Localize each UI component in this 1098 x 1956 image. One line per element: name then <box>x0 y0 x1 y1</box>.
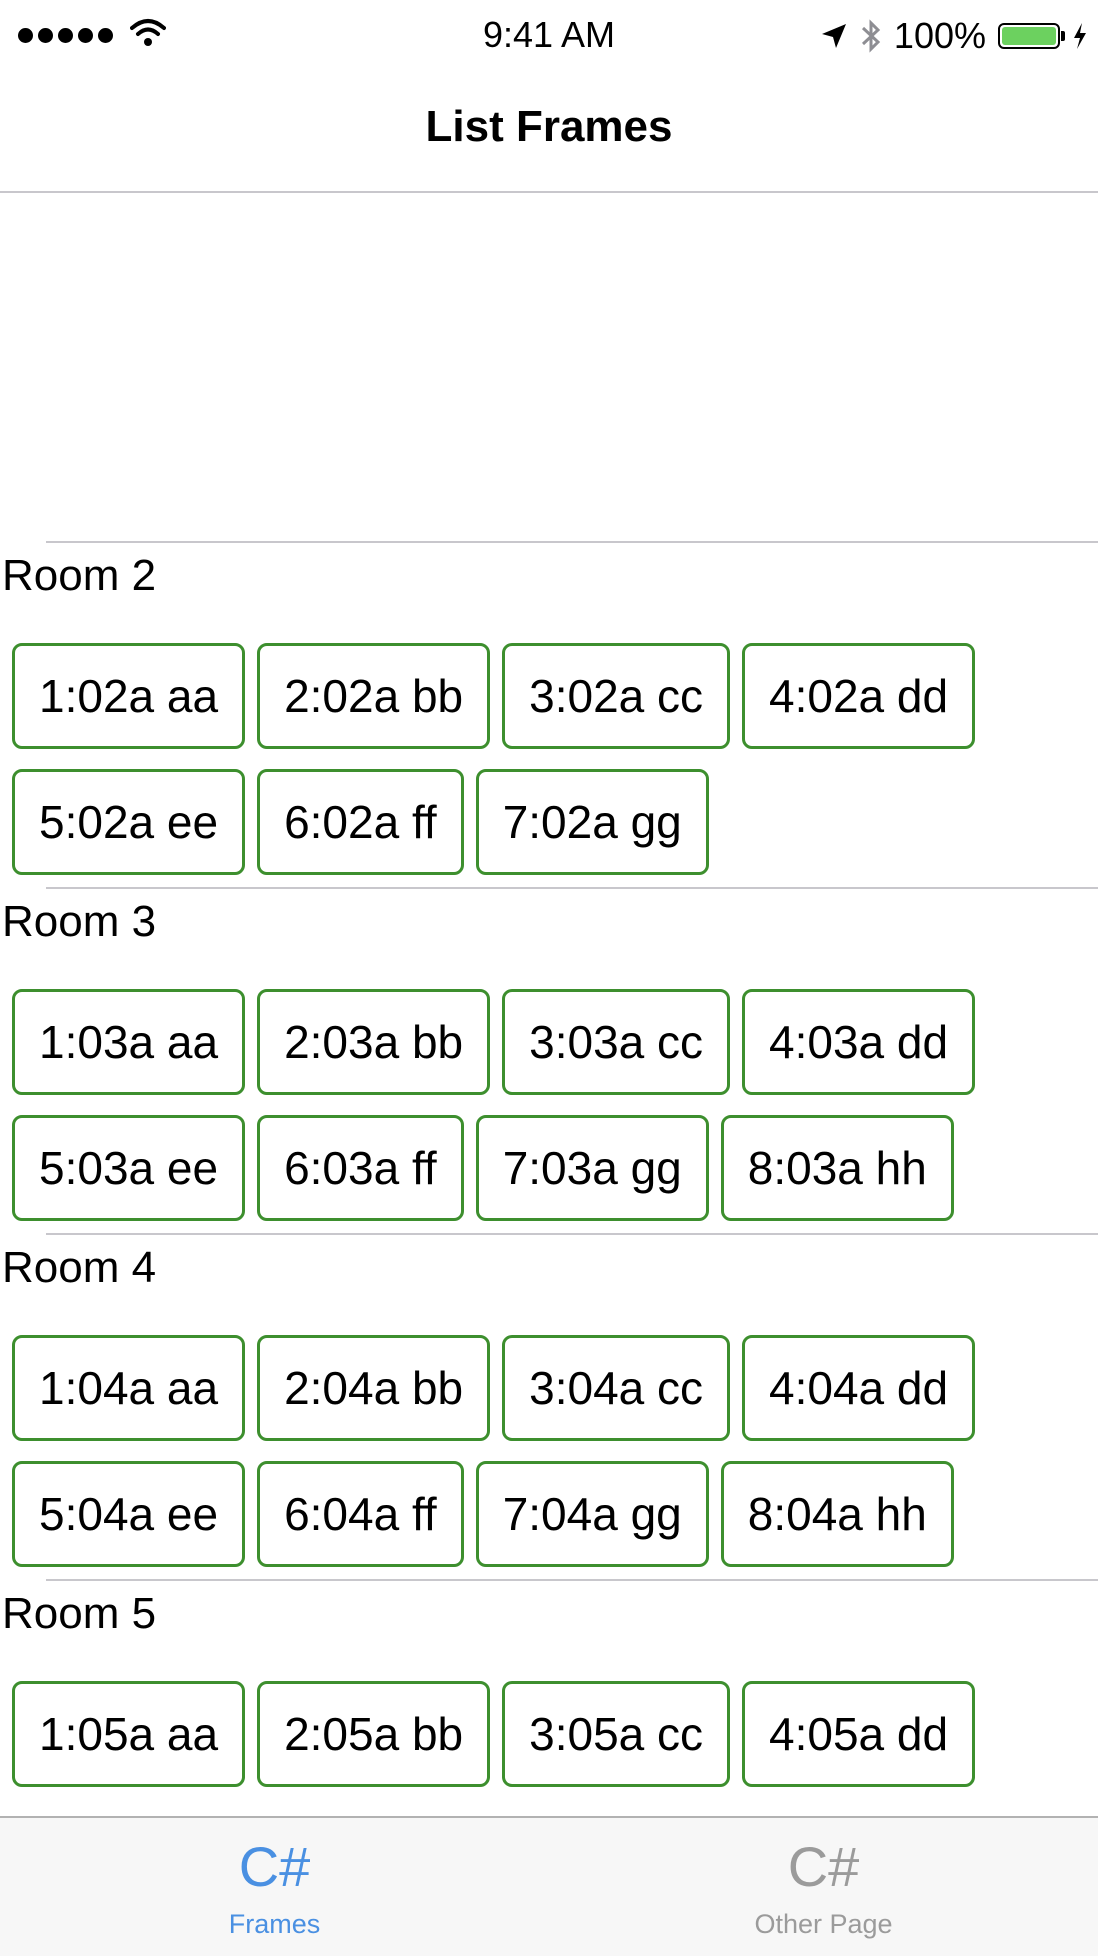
frame-button[interactable]: 4:05a dd <box>742 1681 976 1787</box>
frame-button-row: 5:02a ee 6:02a ff 7:02a gg <box>12 769 1072 875</box>
bluetooth-icon <box>861 19 881 53</box>
battery-icon <box>998 23 1065 49</box>
room-section: Room 4 1:04a aa 2:04a bb 3:04a cc 4:04a dd 5:… <box>2 1233 1098 1579</box>
tab-label: Other Page <box>754 1909 893 1939</box>
tab-frames[interactable]: C# Frames <box>0 1818 549 1956</box>
frame-button[interactable]: 7:04a gg <box>475 1461 709 1567</box>
csharp-icon: C# <box>238 1835 311 1898</box>
battery-level <box>1002 27 1056 45</box>
frame-button[interactable]: 3:02a cc <box>502 643 731 749</box>
frames-list[interactable]: Room 2 1:02a aa 2:02a bb 3:02a cc 4:02a dd 5:… <box>0 193 1098 1816</box>
frame-button[interactable]: 7:03a gg <box>475 1115 709 1221</box>
frame-button[interactable]: 3:05a cc <box>502 1681 731 1787</box>
frame-button[interactable]: 6:04a ff <box>257 1461 464 1567</box>
frame-button[interactable]: 6:03a ff <box>257 1115 464 1221</box>
frame-button-row: 1:04a aa 2:04a bb 3:04a cc 4:04a dd <box>12 1335 1072 1441</box>
room-section: Room 3 1:03a aa 2:03a bb 3:03a cc 4:03a dd 5:… <box>2 887 1098 1233</box>
frame-button-row: 5:04a ee 6:04a ff 7:04a gg 8:04a hh <box>12 1461 1072 1567</box>
frame-button-row: 1:05a aa 2:05a bb 3:05a cc 4:05a dd <box>12 1681 1072 1787</box>
rooms-container: Room 2 1:02a aa 2:02a bb 3:02a cc 4:02a dd 5:… <box>0 541 1098 1816</box>
battery-percent: 100% <box>893 15 986 56</box>
frame-button[interactable]: 4:03a dd <box>742 989 976 1095</box>
frame-button[interactable]: 1:03a aa <box>12 989 246 1095</box>
frame-button[interactable]: 8:04a hh <box>720 1461 954 1567</box>
csharp-icon: C# <box>787 1835 860 1898</box>
tab-bar: C# Frames C# Other Page <box>0 1816 1098 1956</box>
frame-button[interactable]: 2:02a bb <box>257 643 491 749</box>
frame-button-grid: 1:03a aa 2:03a bb 3:03a cc 4:03a dd 5:03a ee… <box>12 989 1072 1241</box>
frame-button[interactable]: 3:04a cc <box>502 1335 731 1441</box>
room-section: Room 2 1:02a aa 2:02a bb 3:02a cc 4:02a dd 5:… <box>2 541 1098 887</box>
frame-button-row: 5:03a ee 6:03a ff 7:03a gg 8:03a hh <box>12 1115 1072 1221</box>
frame-button-row: 1:02a aa 2:02a bb 3:02a cc 4:02a dd <box>12 643 1072 749</box>
room-title: Room 4 <box>2 1243 157 1292</box>
frame-button[interactable]: 8:03a hh <box>720 1115 954 1221</box>
navigation-bar: List Frames <box>0 70 1098 193</box>
frame-button[interactable]: 2:05a bb <box>257 1681 491 1787</box>
frame-button[interactable]: 2:04a bb <box>257 1335 491 1441</box>
list-header-spacer <box>0 193 1098 541</box>
frame-button[interactable]: 3:03a cc <box>502 989 731 1095</box>
frame-button-grid: 1:04a aa 2:04a bb 3:04a cc 4:04a dd 5:04a ee… <box>12 1335 1072 1587</box>
frame-button-grid: 1:05a aa 2:05a bb 3:05a cc 4:05a dd <box>12 1681 1072 1807</box>
room-title: Room 2 <box>2 551 157 600</box>
frame-button[interactable]: 7:02a gg <box>475 769 709 875</box>
frame-button[interactable]: 5:03a ee <box>12 1115 246 1221</box>
frame-button[interactable]: 5:04a ee <box>12 1461 246 1567</box>
room-title: Room 5 <box>2 1589 157 1638</box>
room-title: Room 3 <box>2 897 157 946</box>
frame-button[interactable]: 6:02a ff <box>257 769 464 875</box>
frame-button[interactable]: 1:04a aa <box>12 1335 246 1441</box>
frame-button-grid: 1:02a aa 2:02a bb 3:02a cc 4:02a dd 5:02a ee… <box>12 643 1072 895</box>
charging-bolt-icon <box>1074 23 1086 49</box>
tab-label: Frames <box>228 1909 321 1939</box>
frame-button[interactable]: 4:02a dd <box>742 643 976 749</box>
frame-button[interactable]: 5:02a ee <box>12 769 246 875</box>
location-arrow-icon <box>821 24 846 48</box>
frame-button[interactable]: 4:04a dd <box>742 1335 976 1441</box>
frame-button[interactable]: 1:02a aa <box>12 643 246 749</box>
app-screen: 9:41 AM 100% List Frames Room 2 1:02a aa 2… <box>0 0 1098 1956</box>
frame-button[interactable]: 1:05a aa <box>12 1681 246 1787</box>
page-title: List Frames <box>425 102 673 151</box>
room-section: Room 5 1:05a aa 2:05a bb 3:05a cc 4:05a dd <box>2 1579 1098 1816</box>
frame-button[interactable]: 2:03a bb <box>257 989 491 1095</box>
frame-button-row: 1:03a aa 2:03a bb 3:03a cc 4:03a dd <box>12 989 1072 1095</box>
status-bar: 9:41 AM 100% <box>0 0 1098 70</box>
status-right-group: 100% <box>820 14 1088 58</box>
tab-other-page[interactable]: C# Other Page <box>549 1818 1098 1956</box>
